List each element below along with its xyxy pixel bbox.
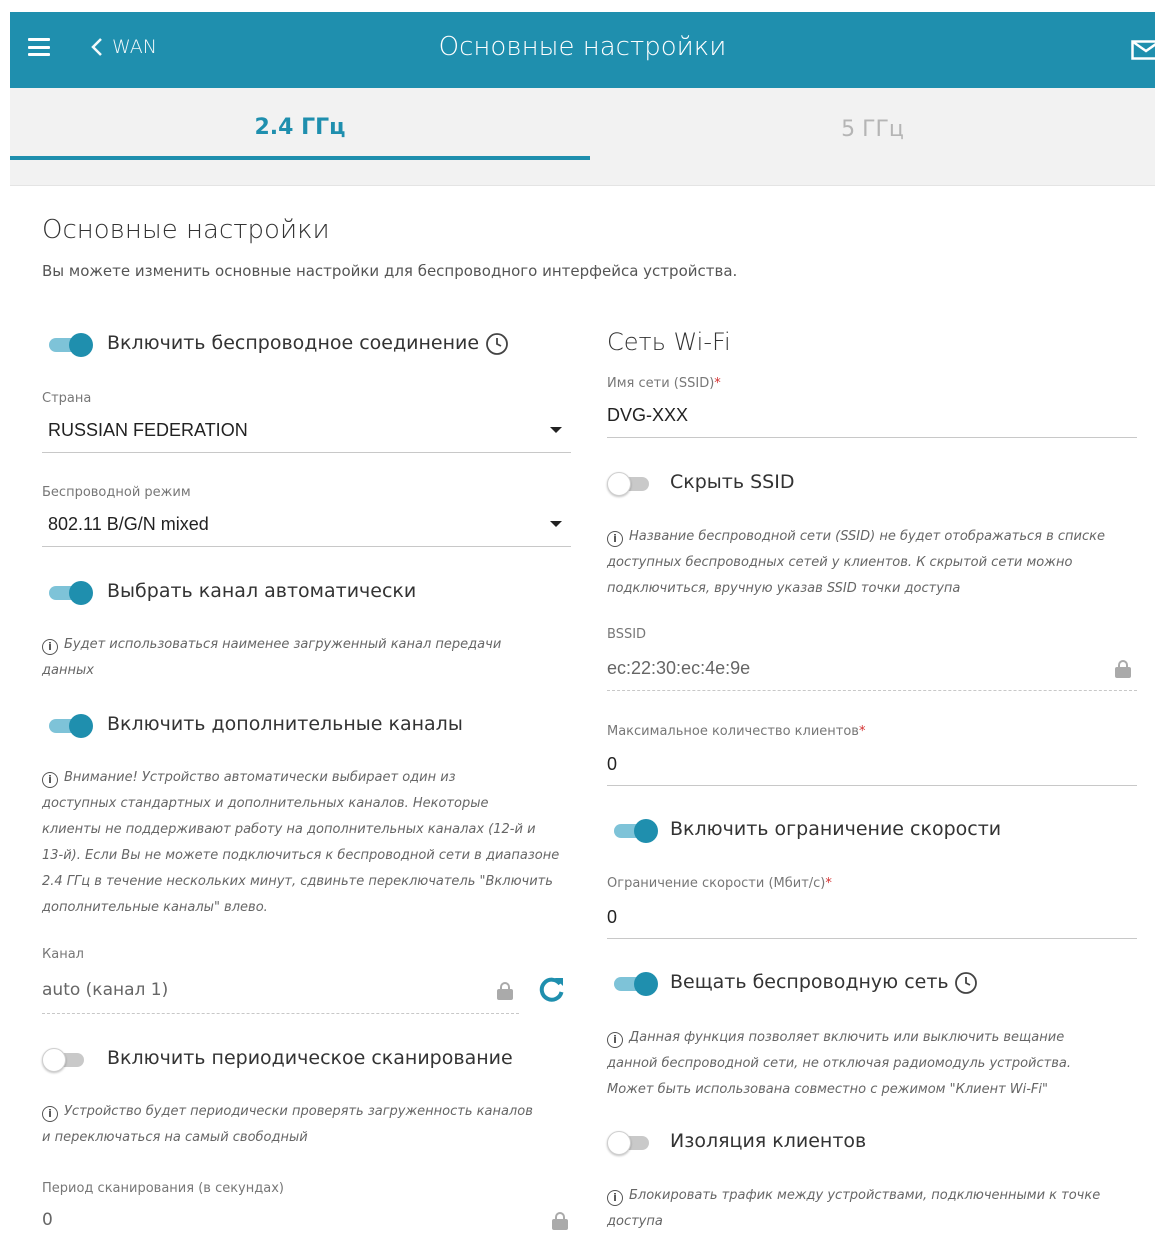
speed-limit-label: Ограничение скорости (Мбит/с)* bbox=[607, 876, 832, 891]
channel-field: auto (канал 1) bbox=[42, 980, 169, 1000]
max-clients-underline bbox=[607, 785, 1137, 786]
chevron-down-icon[interactable] bbox=[550, 427, 562, 433]
periodic-scan-label: Включить периодическое сканирование bbox=[107, 1047, 513, 1069]
extra-channels-label: Включить дополнительные каналы bbox=[107, 713, 463, 735]
max-clients-label: Максимальное количество клиентов* bbox=[607, 724, 866, 739]
speed-limit-input[interactable]: 0 bbox=[607, 907, 617, 928]
tabs-divider bbox=[10, 160, 1155, 186]
channel-underline bbox=[42, 1013, 519, 1014]
ssid-label: Имя сети (SSID)* bbox=[607, 376, 721, 391]
tab-2-4ghz[interactable]: 2.4 ГГц bbox=[10, 88, 590, 160]
info-icon: i bbox=[607, 1190, 623, 1206]
info-icon: i bbox=[42, 772, 58, 788]
lock-icon bbox=[1115, 660, 1131, 678]
broadcast-label: Вещать беспроводную сеть bbox=[670, 971, 949, 993]
scan-period-field: 0 bbox=[42, 1210, 53, 1230]
hide-ssid-toggle[interactable] bbox=[607, 471, 653, 497]
periodic-scan-hint: i Устройство будет периодически проверять… bbox=[42, 1104, 533, 1145]
clock-icon[interactable] bbox=[485, 332, 509, 356]
broadcast-toggle[interactable] bbox=[612, 971, 658, 997]
channel-label: Канал bbox=[42, 947, 84, 962]
extra-channels-hint: i Внимание! Устройство автоматически выби… bbox=[42, 770, 560, 915]
tab-5ghz[interactable]: 5 ГГц bbox=[590, 88, 1155, 160]
country-label: Страна bbox=[42, 391, 92, 406]
section-description: Вы можете изменить основные настройки дл… bbox=[42, 262, 738, 280]
page-title: Основные настройки bbox=[438, 32, 727, 62]
info-icon: i bbox=[607, 531, 623, 547]
speed-limit-toggle-label: Включить ограничение скорости bbox=[670, 818, 1002, 840]
bssid-label: BSSID bbox=[607, 627, 647, 642]
bssid-field: ec:22:30:ec:4e:9e bbox=[607, 658, 751, 678]
bssid-underline bbox=[607, 690, 1137, 691]
speed-limit-underline bbox=[607, 938, 1137, 939]
enable-wireless-label: Включить беспроводное соединение bbox=[107, 332, 480, 354]
auto-channel-hint: i Будет использоваться наименее загруженн… bbox=[42, 637, 502, 678]
mode-underline bbox=[42, 546, 571, 547]
periodic-scan-toggle[interactable] bbox=[42, 1047, 88, 1073]
isolation-toggle[interactable] bbox=[607, 1130, 653, 1156]
clock-icon[interactable] bbox=[954, 971, 978, 995]
isolation-label: Изоляция клиентов bbox=[670, 1130, 867, 1152]
broadcast-hint: i Данная функция позволяет включить или в… bbox=[607, 1030, 1071, 1097]
country-select[interactable]: RUSSIAN FEDERATION bbox=[48, 420, 248, 441]
section-title: Основные настройки bbox=[42, 215, 330, 245]
mode-label: Беспроводной режим bbox=[42, 485, 191, 500]
isolation-hint: i Блокировать трафик между устройствами, … bbox=[607, 1188, 1101, 1229]
wifi-network-title: Сеть Wi-Fi bbox=[607, 328, 731, 356]
info-icon: i bbox=[42, 639, 58, 655]
ssid-input[interactable]: DVG-XXX bbox=[607, 405, 688, 426]
lock-icon bbox=[497, 982, 513, 1000]
info-icon: i bbox=[607, 1032, 623, 1048]
ssid-underline bbox=[607, 437, 1137, 438]
chevron-down-icon[interactable] bbox=[550, 521, 562, 527]
top-bar: WAN Основные настройки bbox=[10, 12, 1155, 88]
auto-channel-toggle[interactable] bbox=[47, 580, 93, 606]
band-tabs: 2.4 ГГц 5 ГГц bbox=[10, 88, 1155, 160]
scan-period-label: Период сканирования (в секундах) bbox=[42, 1181, 284, 1196]
refresh-icon[interactable] bbox=[538, 975, 566, 1003]
mail-icon[interactable] bbox=[1131, 40, 1155, 60]
country-underline bbox=[42, 452, 571, 453]
hide-ssid-hint: i Название беспроводной сети (SSID) не бу… bbox=[607, 529, 1105, 596]
hide-ssid-label: Скрыть SSID bbox=[670, 471, 795, 493]
mode-select[interactable]: 802.11 B/G/N mixed bbox=[48, 514, 209, 535]
info-icon: i bbox=[42, 1106, 58, 1122]
auto-channel-label: Выбрать канал автоматически bbox=[107, 580, 417, 602]
max-clients-input[interactable]: 0 bbox=[607, 754, 617, 775]
speed-limit-toggle[interactable] bbox=[612, 818, 658, 844]
enable-wireless-toggle[interactable] bbox=[47, 332, 93, 358]
lock-icon bbox=[552, 1212, 568, 1230]
extra-channels-toggle[interactable] bbox=[47, 713, 93, 739]
